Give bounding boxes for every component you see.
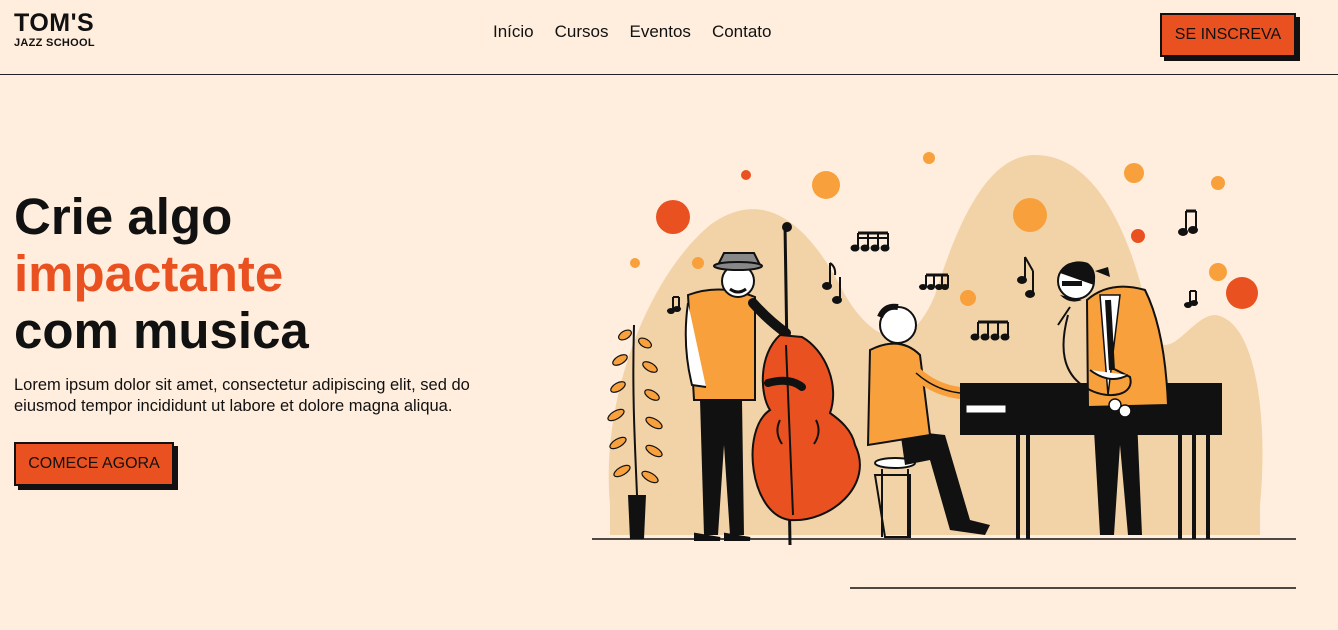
nav-link-cursos[interactable]: Cursos bbox=[555, 22, 609, 42]
nav-link-contato[interactable]: Contato bbox=[712, 22, 772, 42]
hero-title-line-1: Crie algo bbox=[14, 188, 233, 245]
brand-logo[interactable]: TOM'S JAZZ SCHOOL bbox=[14, 11, 95, 49]
nav-link-eventos[interactable]: Eventos bbox=[630, 22, 691, 42]
jazz-band-illustration bbox=[592, 152, 1296, 589]
hero-title: Crie algo impactante com musica bbox=[14, 188, 309, 359]
main-nav: Início Cursos Eventos Contato bbox=[493, 22, 771, 42]
brand-name: TOM'S bbox=[14, 9, 95, 37]
site-header: TOM'S JAZZ SCHOOL Início Cursos Eventos … bbox=[0, 0, 1338, 75]
hero-description: Lorem ipsum dolor sit amet, consectetur … bbox=[14, 376, 470, 415]
signup-button[interactable]: SE INSCREVA bbox=[1160, 13, 1296, 57]
hero-title-highlight: impactante bbox=[14, 245, 284, 302]
start-now-button[interactable]: COMECE AGORA bbox=[14, 442, 174, 486]
nav-link-inicio[interactable]: Início bbox=[493, 22, 534, 42]
hero-title-line-3: com musica bbox=[14, 302, 309, 359]
brand-subtitle: JAZZ SCHOOL bbox=[14, 37, 95, 49]
